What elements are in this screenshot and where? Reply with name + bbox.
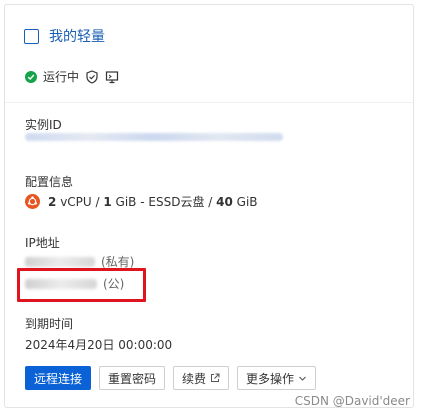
- shield-check-icon[interactable]: [85, 69, 99, 84]
- instance-title[interactable]: 我的轻量: [49, 26, 105, 46]
- renew-label: 续费: [182, 371, 207, 386]
- more-actions-button[interactable]: 更多操作: [237, 366, 317, 390]
- status-text: 运行中: [43, 70, 80, 84]
- expire-value: 2024年4月20日 00:00:00: [25, 338, 173, 352]
- instance-card: 我的轻量 运行中 实例ID 配置信息 2 vCPU / 1 GiB - ESSD…: [4, 4, 414, 408]
- divider: [5, 102, 413, 103]
- monitor-icon[interactable]: [105, 70, 119, 84]
- check-circle-icon: [25, 70, 37, 83]
- status-row: 运行中: [25, 68, 119, 85]
- config-spec: 2 vCPU / 1 GiB - ESSD云盘 / 40 GiB: [25, 193, 258, 210]
- external-link-icon: [210, 373, 220, 383]
- select-checkbox[interactable]: [24, 28, 39, 44]
- card-header: 我的轻量: [24, 26, 105, 46]
- config-label: 配置信息: [25, 175, 74, 189]
- remote-connect-button[interactable]: 远程连接: [25, 366, 92, 390]
- reset-password-button[interactable]: 重置密码: [99, 366, 166, 390]
- chevron-down-icon: [298, 374, 307, 383]
- public-ip-highlight-box: [17, 268, 146, 302]
- watermark: CSDN @David'deer: [294, 394, 410, 408]
- spec-disk: 40: [216, 194, 233, 209]
- spec-disk-unit: GiB: [236, 194, 258, 209]
- ip-label: IP地址: [25, 236, 60, 250]
- spec-cpu: 2: [48, 194, 57, 209]
- expire-label: 到期时间: [25, 317, 74, 331]
- spec-cpu-unit: vCPU: [60, 194, 92, 209]
- action-bar: 远程连接 重置密码 续费 更多操作: [25, 366, 317, 390]
- spec-disk-type: ESSD云盘: [148, 195, 205, 209]
- ubuntu-icon: [25, 194, 40, 209]
- private-ip-blurred: [25, 256, 95, 267]
- instance-id-label: 实例ID: [25, 118, 62, 132]
- spec-mem-unit: GiB: [115, 194, 137, 209]
- spec-mem: 1: [103, 194, 112, 209]
- more-actions-label: 更多操作: [246, 371, 295, 386]
- renew-button[interactable]: 续费: [173, 366, 230, 390]
- instance-id-value-blurred: [25, 133, 283, 141]
